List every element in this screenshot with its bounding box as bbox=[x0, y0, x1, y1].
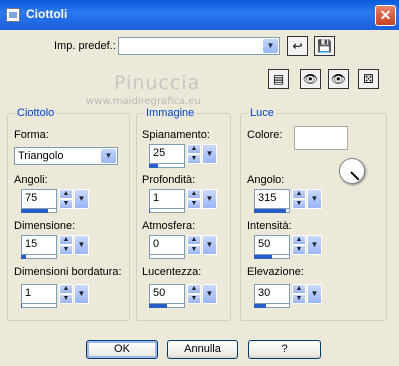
preset-dropdown[interactable]: ▼ bbox=[118, 37, 280, 55]
angoli-field[interactable]: 75 ▲ ▼ ▼ bbox=[21, 189, 89, 213]
group-immagine-legend: Immagine bbox=[144, 107, 197, 119]
dimensione-dropdown-button[interactable]: ▼ bbox=[74, 235, 89, 255]
help-button[interactable]: ? bbox=[248, 340, 321, 359]
bordatura-input[interactable]: 1 bbox=[21, 284, 57, 304]
bordatura-field[interactable]: 1 ▲ ▼ ▼ bbox=[21, 284, 89, 308]
elevazione-spinner[interactable]: ▲ ▼ bbox=[292, 284, 306, 304]
angolo-label: Angolo: bbox=[247, 174, 285, 186]
angolo-spinner[interactable]: ▲ ▼ bbox=[292, 189, 306, 209]
profondita-input[interactable]: 1 bbox=[149, 189, 185, 209]
window-title: Ciottoli bbox=[26, 7, 68, 21]
watermark-url: www.maidiregrafica.eu bbox=[86, 96, 201, 107]
intensita-spinner[interactable]: ▲ ▼ bbox=[292, 235, 306, 255]
elevazione-slider[interactable] bbox=[254, 304, 266, 308]
intensita-dropdown-button[interactable]: ▼ bbox=[307, 235, 322, 255]
chevron-down-icon[interactable]: ▼ bbox=[101, 149, 116, 163]
auto-proof-button[interactable]: 👁 bbox=[328, 69, 349, 89]
close-button[interactable]: ✕ bbox=[375, 5, 396, 26]
app-icon bbox=[6, 8, 20, 22]
lucentezza-label: Lucentezza: bbox=[142, 266, 202, 278]
dimensione-label: Dimensione: bbox=[14, 220, 76, 232]
atmosfera-field[interactable]: 0 ▲ ▼ ▼ bbox=[149, 235, 217, 259]
bordatura-spinner[interactable]: ▲ ▼ bbox=[59, 284, 73, 304]
atmosfera-label: Atmosfera: bbox=[142, 220, 196, 232]
profondita-spinner[interactable]: ▲ ▼ bbox=[187, 189, 201, 209]
intensita-input[interactable]: 50 bbox=[254, 235, 290, 255]
angolo-slider[interactable] bbox=[254, 209, 286, 213]
intensita-label: Intensità: bbox=[247, 220, 292, 232]
angoli-input[interactable]: 75 bbox=[21, 189, 57, 209]
spianamento-spinner[interactable]: ▲ ▼ bbox=[187, 144, 201, 164]
angoli-spinner[interactable]: ▲ ▼ bbox=[59, 189, 73, 209]
angle-dial[interactable] bbox=[339, 158, 365, 184]
lucentezza-slider[interactable] bbox=[149, 304, 167, 308]
reset-preset-button[interactable]: ↩ bbox=[287, 36, 308, 56]
dimensione-spinner[interactable]: ▲ ▼ bbox=[59, 235, 73, 255]
angolo-field[interactable]: 315 ▲ ▼ ▼ bbox=[254, 189, 322, 213]
group-luce-legend: Luce bbox=[248, 107, 276, 119]
angolo-dropdown-button[interactable]: ▼ bbox=[307, 189, 322, 209]
lucentezza-field[interactable]: 50 ▲ ▼ ▼ bbox=[149, 284, 217, 308]
angolo-input[interactable]: 315 bbox=[254, 189, 290, 209]
dimensione-field[interactable]: 15 ▲ ▼ ▼ bbox=[21, 235, 89, 259]
profondita-label: Profondità: bbox=[142, 174, 196, 186]
forma-dropdown[interactable]: Triangolo ▼ bbox=[14, 147, 118, 165]
spianamento-field[interactable]: 25 ▲ ▼ ▼ bbox=[149, 144, 217, 168]
proof-button[interactable]: 👁 bbox=[300, 69, 321, 89]
atmosfera-dropdown-button[interactable]: ▼ bbox=[202, 235, 217, 255]
elevazione-field[interactable]: 30 ▲ ▼ ▼ bbox=[254, 284, 322, 308]
intensita-field[interactable]: 50 ▲ ▼ ▼ bbox=[254, 235, 322, 259]
spianamento-input[interactable]: 25 bbox=[149, 144, 185, 164]
dimensione-slider[interactable] bbox=[21, 255, 27, 259]
lucentezza-spinner[interactable]: ▲ ▼ bbox=[187, 284, 201, 304]
angoli-dropdown-button[interactable]: ▼ bbox=[74, 189, 89, 209]
spianamento-dropdown-button[interactable]: ▼ bbox=[202, 144, 217, 164]
bordatura-label: Dimensioni bordatura: bbox=[14, 266, 122, 278]
bordatura-dropdown-button[interactable]: ▼ bbox=[74, 284, 89, 304]
forma-value: Triangolo bbox=[18, 150, 64, 162]
randomize-button[interactable]: ⚄ bbox=[358, 69, 379, 89]
forma-label: Forma: bbox=[14, 129, 49, 141]
watermark-name: Pinuccia bbox=[114, 72, 201, 94]
intensita-slider[interactable] bbox=[254, 255, 272, 259]
elevazione-dropdown-button[interactable]: ▼ bbox=[307, 284, 322, 304]
title-bar: Ciottoli ✕ bbox=[0, 0, 399, 30]
spianamento-slider[interactable] bbox=[149, 164, 158, 168]
atmosfera-input[interactable]: 0 bbox=[149, 235, 185, 255]
colore-label: Colore: bbox=[247, 129, 283, 141]
profondita-field[interactable]: 1 ▲ ▼ ▼ bbox=[149, 189, 217, 213]
save-preset-button[interactable]: 💾 bbox=[314, 36, 335, 56]
dimensione-input[interactable]: 15 bbox=[21, 235, 57, 255]
light-color-swatch[interactable] bbox=[294, 126, 348, 150]
angoli-slider[interactable] bbox=[21, 209, 48, 213]
lucentezza-dropdown-button[interactable]: ▼ bbox=[202, 284, 217, 304]
lucentezza-input[interactable]: 50 bbox=[149, 284, 185, 304]
dialog-toggle-button[interactable]: ▤ bbox=[268, 69, 289, 89]
elevazione-label: Elevazione: bbox=[247, 266, 304, 278]
cancel-button[interactable]: Annulla bbox=[167, 340, 238, 359]
group-ciottolo-legend: Ciottolo bbox=[15, 107, 57, 119]
atmosfera-spinner[interactable]: ▲ ▼ bbox=[187, 235, 201, 255]
preset-label: Imp. predef.: bbox=[54, 40, 116, 52]
chevron-down-icon[interactable]: ▼ bbox=[263, 39, 278, 53]
angoli-label: Angoli: bbox=[14, 174, 48, 186]
ok-button[interactable]: OK bbox=[86, 340, 158, 359]
spianamento-label: Spianamento: bbox=[142, 129, 210, 141]
elevazione-input[interactable]: 30 bbox=[254, 284, 290, 304]
profondita-dropdown-button[interactable]: ▼ bbox=[202, 189, 217, 209]
